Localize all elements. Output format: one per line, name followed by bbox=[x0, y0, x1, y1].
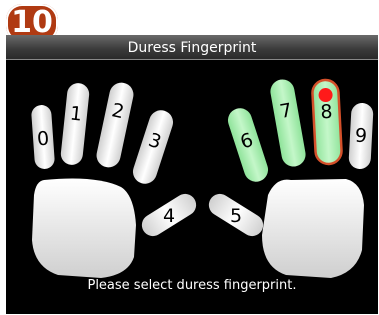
finger-5-label: 5 bbox=[230, 205, 242, 227]
hands-diagram: 0 1 2 3 4 5 6 7 8 9 bbox=[31, 78, 374, 278]
finger-8[interactable]: 8 bbox=[311, 78, 343, 166]
finger-7[interactable]: 7 bbox=[269, 78, 308, 169]
left-palm bbox=[32, 178, 136, 278]
right-palm bbox=[262, 179, 364, 278]
finger-2[interactable]: 2 bbox=[94, 80, 135, 169]
finger-4[interactable]: 4 bbox=[137, 189, 201, 242]
finger-3[interactable]: 3 bbox=[130, 107, 176, 187]
finger-0[interactable]: 0 bbox=[31, 104, 55, 169]
finger-1[interactable]: 1 bbox=[60, 82, 90, 166]
finger-9-label: 9 bbox=[354, 125, 367, 148]
finger-5[interactable]: 5 bbox=[203, 189, 267, 242]
finger-6[interactable]: 6 bbox=[225, 105, 271, 185]
finger-1-label: 1 bbox=[69, 102, 83, 125]
finger-8-label: 8 bbox=[320, 101, 333, 124]
finger-4-label: 4 bbox=[163, 205, 175, 227]
finger-9[interactable]: 9 bbox=[348, 102, 374, 169]
finger-0-label: 0 bbox=[36, 128, 50, 151]
